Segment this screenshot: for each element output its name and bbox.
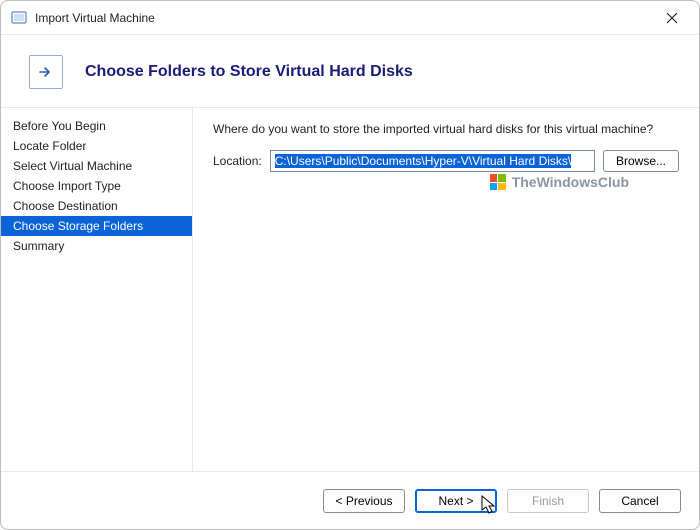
location-label: Location:	[213, 154, 262, 168]
browse-button[interactable]: Browse...	[603, 150, 679, 172]
step-summary[interactable]: Summary	[1, 236, 192, 256]
close-button[interactable]	[651, 3, 693, 33]
step-choose-import-type[interactable]: Choose Import Type	[1, 176, 192, 196]
step-before-you-begin[interactable]: Before You Begin	[1, 116, 192, 136]
wizard-content: Where do you want to store the imported …	[193, 108, 699, 471]
page-title: Choose Folders to Store Virtual Hard Dis…	[85, 63, 413, 81]
step-choose-storage-folders[interactable]: Choose Storage Folders	[1, 216, 192, 236]
watermark-text: TheWindowsClub	[512, 174, 629, 190]
wizard-steps: Before You Begin Locate Folder Select Vi…	[1, 108, 193, 471]
cancel-button[interactable]: Cancel	[599, 489, 681, 513]
wizard-footer: < Previous Next > Finish Cancel	[1, 471, 699, 529]
wizard-window: Import Virtual Machine Choose Folders to…	[0, 0, 700, 530]
finish-button: Finish	[507, 489, 589, 513]
wizard-body: Before You Begin Locate Folder Select Vi…	[1, 107, 699, 471]
window-title: Import Virtual Machine	[35, 11, 155, 25]
import-icon	[29, 55, 63, 89]
previous-button[interactable]: < Previous	[323, 489, 405, 513]
step-locate-folder[interactable]: Locate Folder	[1, 136, 192, 156]
location-row: Location: Browse...	[213, 150, 679, 172]
step-choose-destination[interactable]: Choose Destination	[1, 196, 192, 216]
step-select-vm[interactable]: Select Virtual Machine	[1, 156, 192, 176]
prompt-text: Where do you want to store the imported …	[213, 122, 679, 136]
watermark: TheWindowsClub	[490, 174, 629, 190]
app-icon	[11, 10, 27, 26]
next-button[interactable]: Next >	[415, 489, 497, 513]
page-header: Choose Folders to Store Virtual Hard Dis…	[1, 35, 699, 107]
windows-logo-icon	[490, 174, 506, 190]
titlebar: Import Virtual Machine	[1, 1, 699, 35]
location-input[interactable]	[270, 150, 595, 172]
